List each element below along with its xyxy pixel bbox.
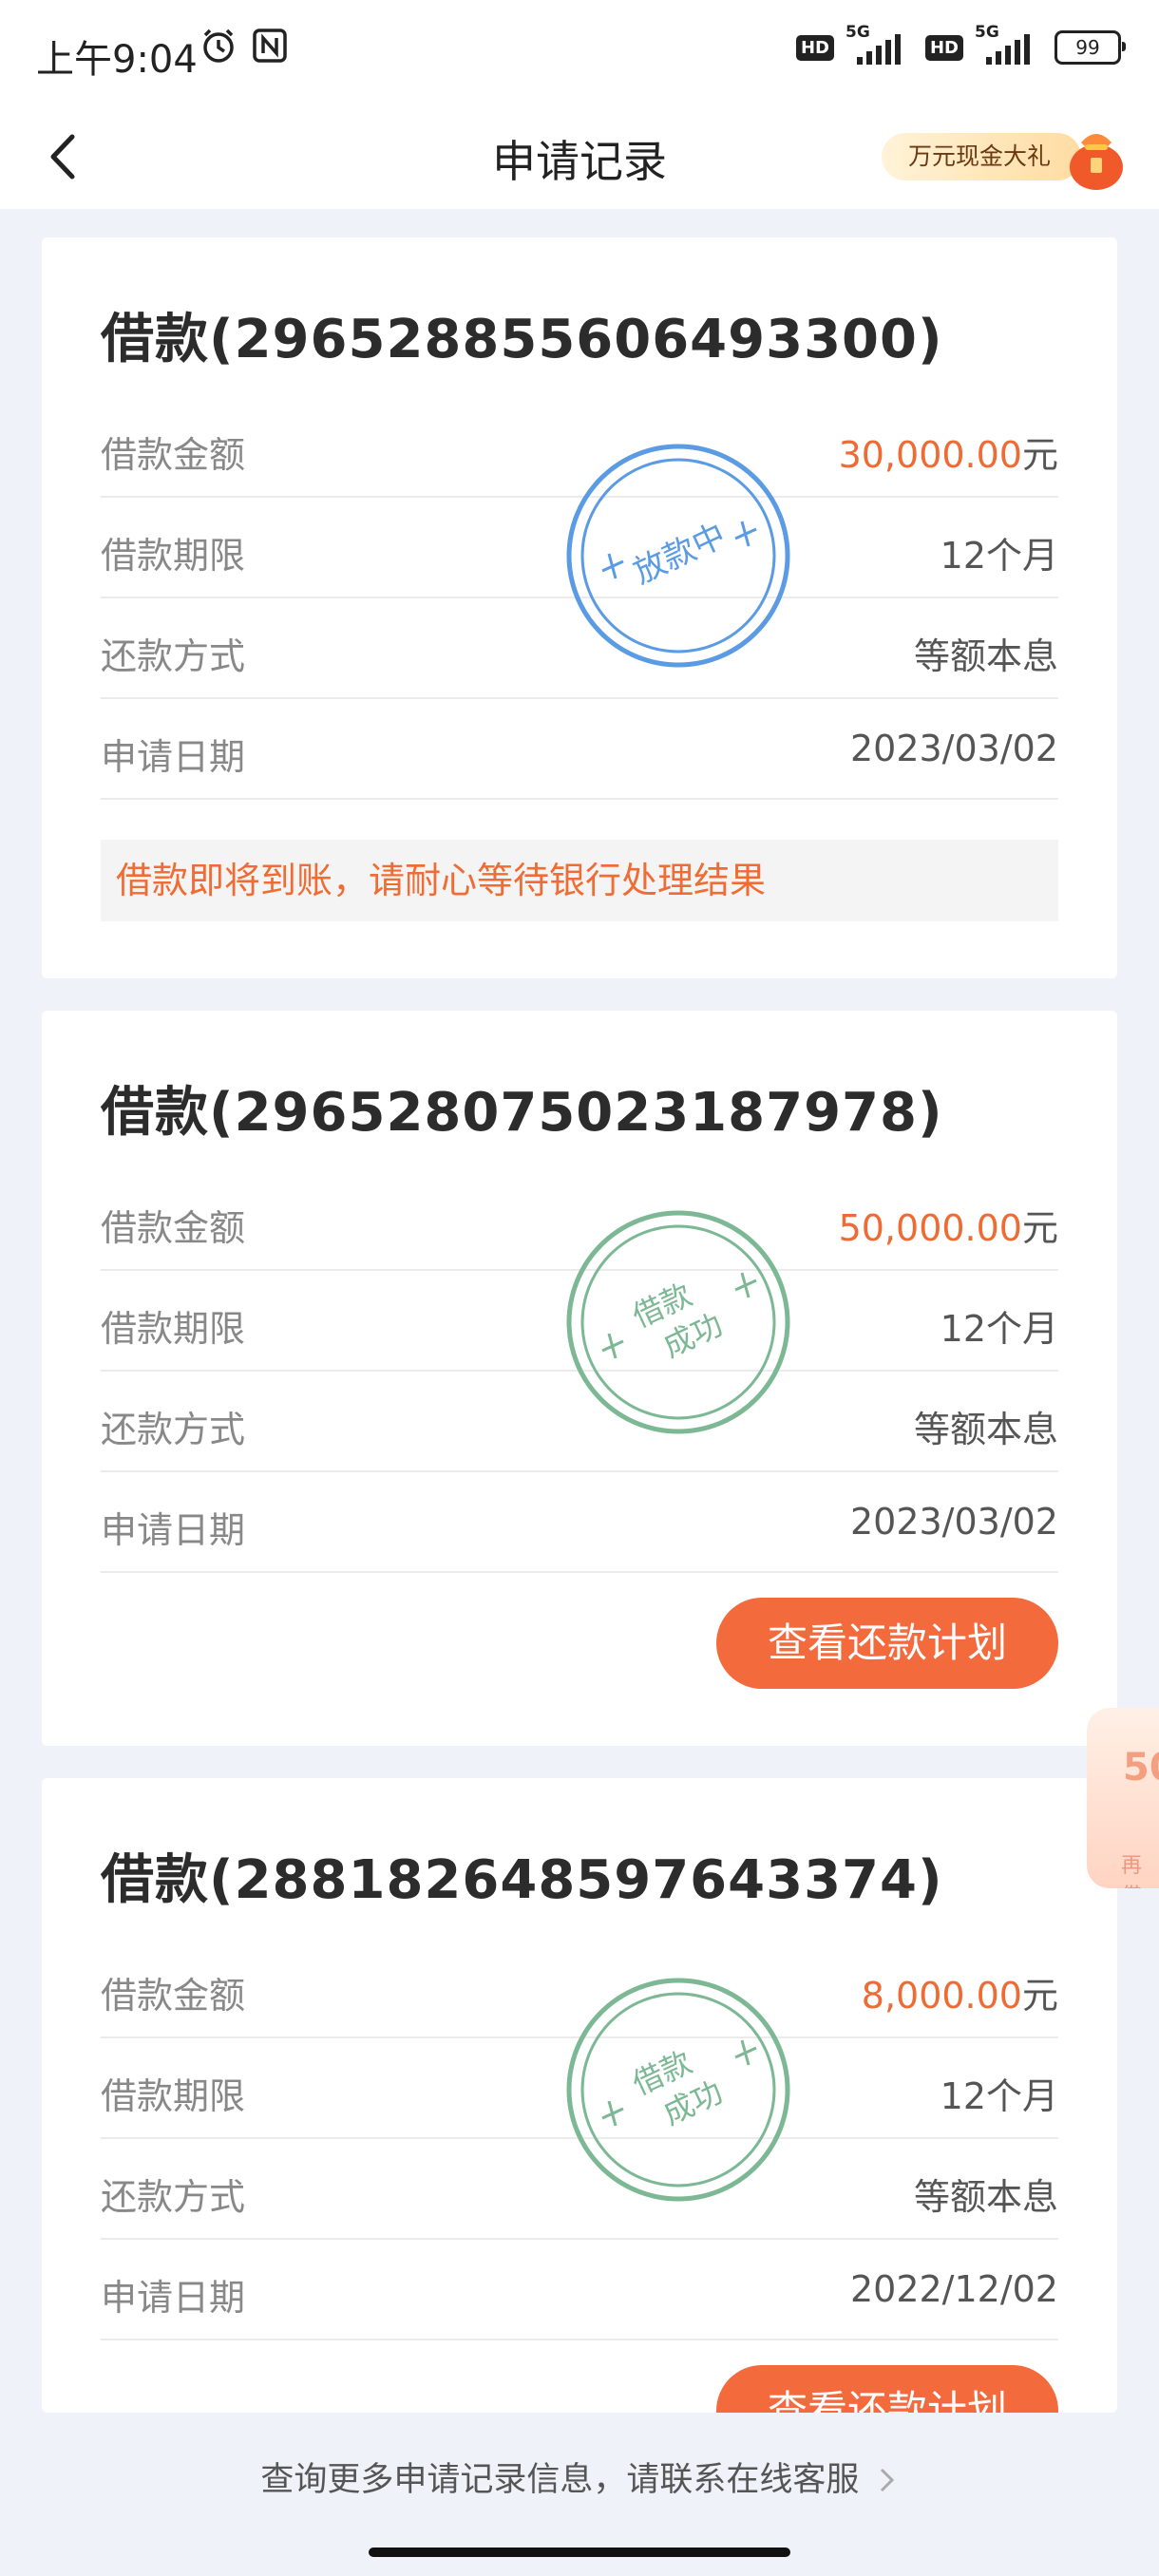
info-row: 申请日期 2022/12/02: [101, 2240, 1058, 2340]
battery-icon: 99: [1054, 30, 1126, 65]
row-label: 借款期限: [101, 535, 246, 577]
row-label: 申请日期: [101, 736, 246, 778]
status-bar: 上午9:04 HD 5G HD 5G 99: [0, 0, 1159, 104]
row-label: 申请日期: [101, 1509, 246, 1551]
hd-badge: HD: [795, 34, 834, 61]
gift-bag-icon: [1070, 134, 1123, 190]
cash-gift-promo[interactable]: 万元现金大礼: [874, 118, 1132, 190]
loan-amount: 8,000.00: [861, 1975, 1022, 2017]
alarm-icon: [203, 28, 234, 63]
hd-badge-2: HD: [924, 34, 963, 61]
info-row: 申请日期 2023/03/02: [101, 1472, 1058, 1573]
footer: 查询更多申请记录信息，请联系在线客服: [0, 2413, 1159, 2576]
signal-icon-2: 5G: [975, 23, 1043, 65]
view-repayment-plan-button[interactable]: 查看还款计划: [716, 1598, 1058, 1689]
row-label: 借款期限: [101, 1308, 246, 1350]
row-value: 2023/03/02: [849, 728, 1058, 769]
float-promo-label: 再借: [1121, 1854, 1143, 1888]
battery-level: 99: [1075, 36, 1100, 59]
row-value: 2022/12/02: [849, 2268, 1058, 2310]
row-label: 还款方式: [101, 2176, 246, 2218]
loan-amount: 50,000.00: [838, 1207, 1022, 1249]
stamp-text: 放款中: [628, 517, 732, 592]
loan-record-card: 借款(296528855606493300) 借款金额 30,000.00元 借…: [42, 237, 1117, 978]
view-repayment-plan-button[interactable]: 查看还款计划: [716, 2365, 1058, 2413]
status-time: 上午9:04: [36, 38, 198, 82]
status-stamp-pending: 放款中: [566, 444, 790, 668]
loan-record-card: 借款(288182648597643374) 借款金额 8,000.00元 借款…: [42, 1778, 1117, 2413]
row-value: 2023/03/02: [849, 1501, 1058, 1543]
home-indicator[interactable]: [369, 2548, 790, 2557]
float-promo-amount: 50: [1123, 1746, 1159, 1790]
promo-label: 万元现金大礼: [882, 133, 1081, 180]
row-value: 12个月: [940, 535, 1058, 577]
row-label: 申请日期: [101, 2277, 246, 2319]
nfc-icon: [253, 28, 287, 63]
amount-unit: 元: [1021, 1207, 1058, 1249]
row-label: 借款金额: [101, 1975, 246, 2017]
row-value: 12个月: [940, 2075, 1058, 2117]
loan-record-card: 借款(296528075023187978) 借款金额 50,000.00元 借…: [42, 1011, 1117, 1746]
status-notice: 借款即将到账，请耐心等待银行处理结果: [101, 840, 1058, 921]
row-value: 12个月: [940, 1308, 1058, 1350]
contact-service-link[interactable]: 查询更多申请记录信息，请联系在线客服: [0, 2453, 1159, 2501]
floating-promo[interactable]: 50 再借: [1087, 1708, 1159, 1888]
amount-unit: 元: [1021, 434, 1058, 476]
nav-bar: 申请记录 万元现金大礼: [0, 104, 1159, 209]
info-row: 申请日期 2023/03/02: [101, 699, 1058, 800]
row-label: 借款金额: [101, 434, 246, 476]
row-label: 还款方式: [101, 635, 246, 677]
status-stamp-success: 借款 成功: [566, 1978, 790, 2202]
row-label: 借款金额: [101, 1207, 246, 1249]
row-label: 借款期限: [101, 2075, 246, 2117]
loan-title: 借款(296528075023187978): [101, 1082, 943, 1144]
loan-title: 借款(288182648597643374): [101, 1849, 943, 1911]
row-label: 还款方式: [101, 1409, 246, 1450]
row-value: 等额本息: [913, 2176, 1058, 2218]
loan-amount: 30,000.00: [838, 434, 1022, 476]
row-value: 等额本息: [913, 1409, 1058, 1450]
signal-icon: 5G: [846, 23, 914, 65]
row-value: 等额本息: [913, 635, 1058, 677]
amount-unit: 元: [1021, 1975, 1058, 2017]
chevron-right-icon: [880, 2468, 894, 2492]
loan-title: 借款(296528855606493300): [101, 309, 943, 370]
status-stamp-success: 借款 成功: [566, 1210, 790, 1434]
footer-link-text: 查询更多申请记录信息，请联系在线客服: [260, 2461, 860, 2499]
